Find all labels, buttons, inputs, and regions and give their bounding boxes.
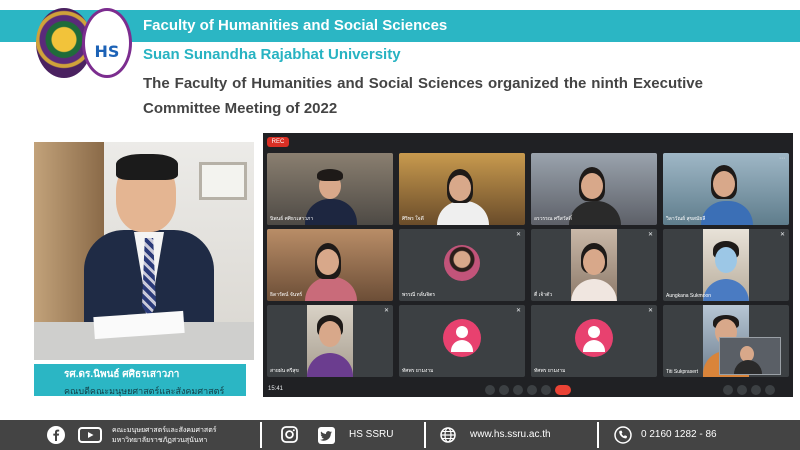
participant-name: สายฝน ศรีสุข	[270, 368, 299, 374]
dean-position: คณบดีคณะมนุษยศาสตร์และสังคมศาสตร์	[64, 386, 225, 396]
participant-name: อรวรรณ ศรีสวัสดิ์	[534, 216, 572, 222]
participant-name: Titi Sukprasert	[666, 369, 699, 375]
recording-badge: REC	[267, 137, 289, 147]
youtube-icon[interactable]	[78, 427, 102, 443]
org-name-line1: คณะมนุษยศาสตร์และสังคมศาสตร์	[112, 427, 217, 434]
more-options-button[interactable]	[541, 385, 551, 395]
phone-icon	[614, 426, 632, 444]
mic-off-icon: ✕	[780, 232, 786, 238]
globe-icon	[440, 427, 456, 443]
university-title: Suan Sunandha Rajabhat University	[143, 46, 401, 63]
participant-tile: อรวรรณ ศรีสวัสดิ์	[531, 153, 657, 225]
info-button[interactable]	[723, 385, 733, 395]
dean-portrait	[34, 142, 254, 360]
wall-frame	[199, 162, 247, 200]
participant-name: พรรณี กลั่นจิตร	[402, 292, 436, 298]
mic-off-icon: ✕	[648, 232, 654, 238]
participant-tile: สายฝน ศรีสุข ✕	[267, 305, 393, 377]
default-avatar-icon	[575, 319, 613, 357]
footer-divider	[597, 422, 599, 448]
mic-toggle-button[interactable]	[485, 385, 495, 395]
footer-bar: คณะมนุษยศาสตร์และสังคมศาสตร์ มหาวิทยาลัย…	[0, 420, 800, 450]
mic-off-icon: ✕	[516, 232, 522, 238]
instagram-icon[interactable]	[281, 426, 298, 443]
participant-tile: ศิริพร ใจดี	[399, 153, 525, 225]
news-headline: The Faculty of Humanities and Social Sci…	[143, 75, 703, 117]
mic-off-icon: ✕	[384, 308, 390, 314]
mic-off-icon: ✕	[516, 308, 522, 314]
more-options-icon[interactable]: ⋯	[779, 156, 785, 162]
video-meeting-screenshot: REC นิพนธ์ ศศิธรเสาวภา ศิริพร ใจดี อรวรร…	[263, 133, 793, 397]
meeting-clock: 15:41	[268, 386, 284, 392]
end-call-button[interactable]	[555, 385, 571, 395]
participant-name: วิลาวัณย์ สุขสมัยลี	[666, 216, 706, 222]
participant-name: Aungkana Sukmoon	[666, 293, 712, 299]
participant-tile: ทัศพร ยามงาม ✕	[531, 305, 657, 377]
participant-name: ศิริพร ใจดี	[402, 216, 424, 222]
phone-number[interactable]: 0 2160 1282 - 86	[641, 429, 717, 440]
social-handle: HS SSRU	[349, 429, 394, 440]
participant-tile: นิพนธ์ ศศิธรเสาวภา	[267, 153, 393, 225]
name-caption: รศ.ดร.นิพนธ์ ศศิธรเสาวภา คณบดีคณะมนุษยศา…	[34, 364, 246, 396]
activities-button[interactable]	[765, 385, 775, 395]
people-button[interactable]	[737, 385, 747, 395]
participant-tile: ธิดารัตน์ จันทร์	[267, 229, 393, 301]
self-view-tile	[719, 337, 781, 375]
faculty-title: Faculty of Humanities and Social Science…	[143, 17, 448, 34]
participant-tile: Aungkana Sukmoon ✕	[663, 229, 789, 301]
participant-photo	[444, 245, 480, 281]
org-name-line2: มหาวิทยาลัยราชภัฏสวนสุนันทา	[112, 437, 208, 444]
captions-button[interactable]	[513, 385, 523, 395]
website-link[interactable]: www.hs.ssru.ac.th	[470, 429, 551, 440]
participant-name: ตี่ เจ้าตัว	[534, 292, 553, 298]
meeting-control-bar: 15:41	[263, 383, 793, 397]
facebook-icon[interactable]	[47, 426, 65, 444]
footer-divider	[260, 422, 262, 448]
present-button[interactable]	[527, 385, 537, 395]
participant-tile: วิลาวัณย์ สุขสมัยลี ⋯	[663, 153, 789, 225]
twitter-icon[interactable]	[318, 427, 335, 444]
hair	[116, 154, 178, 180]
mic-off-icon: ✕	[648, 308, 654, 314]
hs-logo-text: HS	[94, 42, 120, 61]
participant-tile: ทัศพร ยามงาม ✕	[399, 305, 525, 377]
chat-button[interactable]	[751, 385, 761, 395]
camera-toggle-button[interactable]	[499, 385, 509, 395]
participant-tile: ตี่ เจ้าตัว ✕	[531, 229, 657, 301]
participant-name: นิพนธ์ ศศิธรเสาวภา	[270, 216, 314, 222]
participant-name: ทัศพร ยามงาม	[534, 368, 566, 374]
participant-name: ทัศพร ยามงาม	[402, 368, 434, 374]
default-avatar-icon	[443, 319, 481, 357]
dean-name: รศ.ดร.นิพนธ์ ศศิธรเสาวภา	[64, 369, 180, 380]
hs-logo: HS	[82, 8, 132, 78]
participant-name: ธิดารัตน์ จันทร์	[270, 292, 303, 298]
participant-tile: พรรณี กลั่นจิตร ✕	[399, 229, 525, 301]
footer-divider	[424, 422, 426, 448]
